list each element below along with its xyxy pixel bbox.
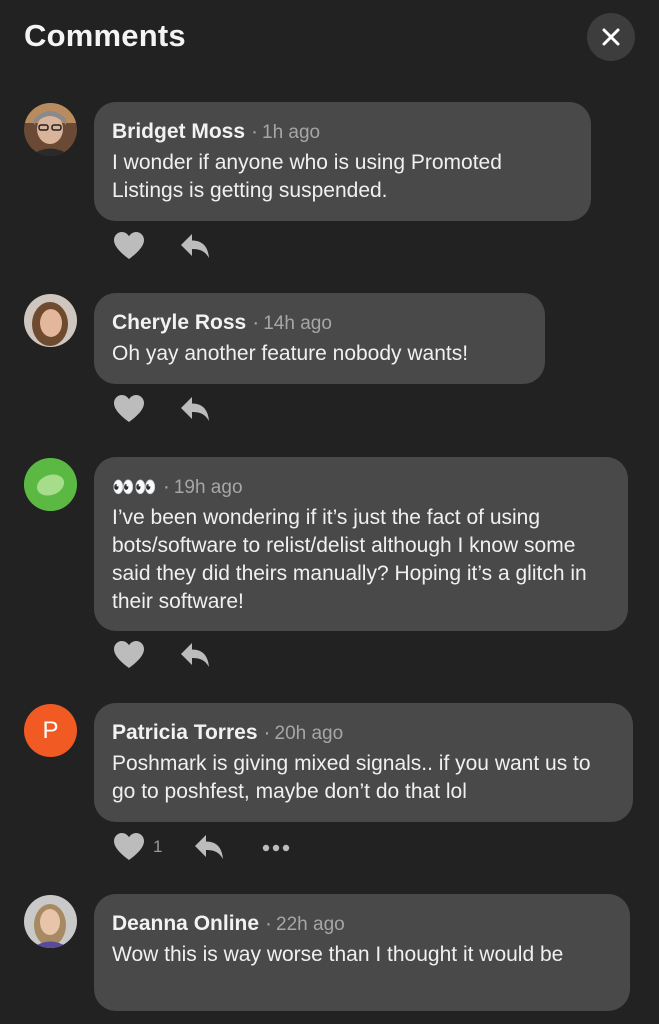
page-title: Comments (24, 18, 186, 53)
comment-time: 14h ago (263, 313, 332, 334)
reply-button[interactable] (193, 832, 225, 862)
comment-time: 1h ago (262, 122, 321, 143)
separator-dot: · (252, 311, 260, 334)
comment-text: I wonder if anyone who is using Promoted… (112, 151, 502, 202)
comment-bubble: Bridget Moss · 1h ago I wonder if anyone w… (94, 102, 591, 221)
avatar[interactable] (24, 103, 77, 156)
comment-text: I’ve been wondering if it’s just the fac… (112, 506, 587, 613)
comment-time: 19h ago (173, 477, 243, 498)
reply-button[interactable] (179, 394, 211, 424)
header: Comments (0, 0, 659, 78)
comment-bubble: 👀👀 · 19h ago I’ve been wondering if it’s j… (94, 457, 628, 631)
close-button[interactable] (587, 13, 635, 61)
comment-author[interactable]: 👀👀 (112, 477, 157, 497)
like-button[interactable] (113, 231, 145, 261)
heart-icon (114, 395, 144, 422)
comment-text: Poshmark is giving mixed signals.. if yo… (112, 752, 591, 803)
reply-icon (181, 643, 209, 667)
comment-text: Oh yay another feature nobody wants! (112, 342, 469, 365)
avatar[interactable] (24, 294, 77, 347)
more-icon (262, 844, 290, 852)
separator-dot: · (263, 721, 271, 744)
comment-author[interactable]: Deanna Online (112, 912, 259, 935)
heart-icon (114, 232, 144, 259)
avatar-letter: P (42, 716, 59, 744)
reply-button[interactable] (179, 640, 211, 670)
comment-text: Wow this is way worse than I thought it … (112, 943, 564, 966)
comment-author[interactable]: Bridget Moss (112, 120, 245, 143)
comment-author[interactable]: Cheryle Ross (112, 311, 246, 334)
separator-dot: · (162, 475, 170, 498)
like-count: 1 (153, 837, 163, 856)
like-button[interactable] (113, 832, 145, 862)
comment-bubble: Cheryle Ross · 14h ago Oh yay another feat… (94, 293, 545, 384)
separator-dot: · (265, 912, 273, 935)
avatar[interactable] (24, 458, 77, 511)
heart-icon (114, 833, 144, 860)
avatar[interactable]: P (24, 704, 77, 757)
heart-icon (114, 641, 144, 668)
reply-button[interactable] (179, 231, 211, 261)
like-button[interactable] (113, 640, 145, 670)
reply-icon (195, 835, 223, 859)
like-button[interactable] (113, 394, 145, 424)
comment-author[interactable]: Patricia Torres (112, 721, 258, 744)
comment-time: 20h ago (274, 723, 344, 744)
comment-bubble: Deanna Online · 22h ago Wow this is way wo… (94, 894, 630, 1011)
separator-dot: · (251, 120, 259, 143)
close-icon (602, 28, 620, 46)
reply-icon (181, 397, 209, 421)
comment-bubble: Patricia Torres · 20h ago Poshmark is givi… (94, 703, 633, 822)
reply-icon (181, 234, 209, 258)
comment-time: 22h ago (276, 914, 345, 935)
more-options-button[interactable] (261, 838, 291, 858)
avatar[interactable] (24, 895, 77, 948)
